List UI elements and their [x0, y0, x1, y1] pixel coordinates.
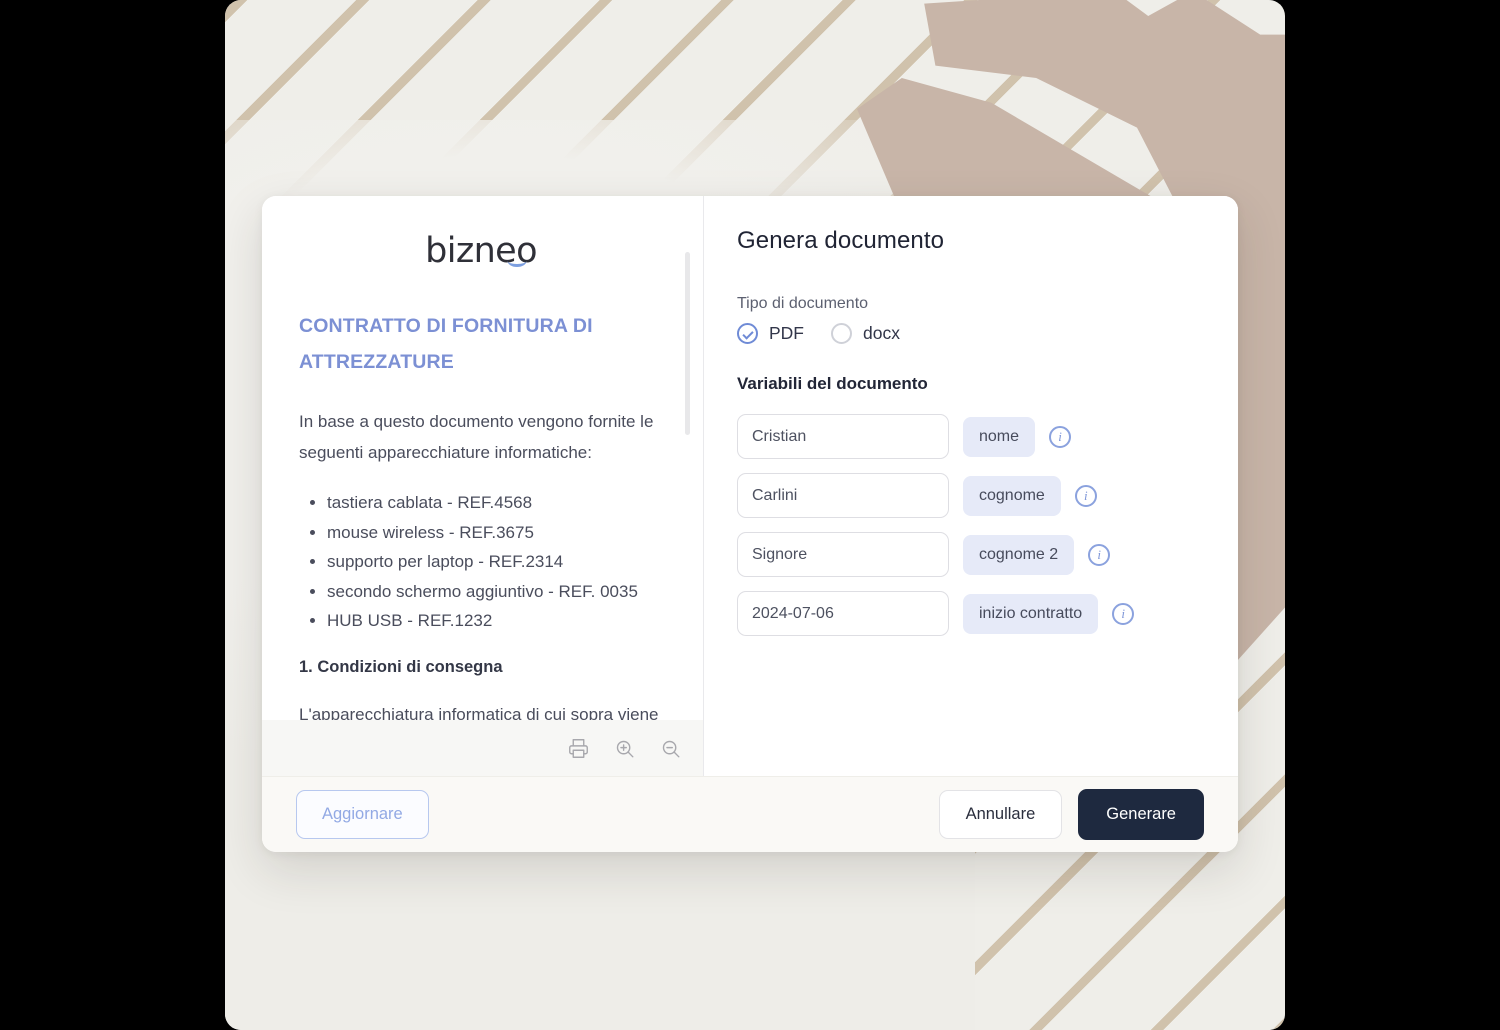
cancel-button[interactable]: Annullare	[938, 790, 1063, 839]
list-item: tastiera cablata - REF.4568	[327, 488, 663, 518]
info-icon[interactable]: i	[1112, 602, 1135, 625]
preview-toolbar	[262, 720, 703, 776]
zoom-out-icon[interactable]	[657, 735, 683, 761]
dialog-body: bizneo CONTRATTO DI FORNITURA DI ATTREZZ…	[262, 196, 1238, 776]
variable-input-inizio-contratto[interactable]	[737, 591, 949, 636]
variable-chip-cognome-2: cognome 2	[963, 534, 1075, 575]
update-button[interactable]: Aggiornare	[296, 790, 429, 839]
generate-document-form: Genera documento Tipo di documento PDF d…	[704, 196, 1238, 776]
variable-chip-nome: nome	[963, 416, 1036, 457]
list-item: supporto per laptop - REF.2314	[327, 547, 663, 577]
document-section-paragraph: L'apparecchiatura informatica di cui sop…	[299, 704, 659, 721]
radio-option-docx[interactable]: docx	[831, 323, 900, 344]
variable-row: inizio contratto i	[737, 591, 1198, 636]
document-type-label: Tipo di documento	[737, 295, 869, 312]
variable-input-nome[interactable]	[737, 414, 949, 459]
variable-row: cognome i	[737, 473, 1198, 518]
variable-input-cognome-2[interactable]	[737, 532, 949, 577]
variable-row: nome i	[737, 414, 1198, 459]
document-preview-pane: bizneo CONTRATTO DI FORNITURA DI ATTREZZ…	[262, 196, 704, 776]
zoom-in-icon[interactable]	[611, 735, 637, 761]
document-intro-paragraph: In base a questo documento vengono forni…	[299, 412, 654, 462]
form-title: Genera documento	[737, 227, 945, 254]
info-icon[interactable]: i	[1049, 425, 1072, 448]
radio-option-pdf[interactable]: PDF	[737, 323, 804, 344]
radio-label-docx: docx	[863, 323, 900, 343]
radio-unchecked-icon	[831, 323, 852, 344]
bizneo-smile-icon	[507, 255, 527, 267]
document-title: CONTRATTO DI FORNITURA DI ATTREZZATURE	[299, 315, 593, 373]
variable-chip-cognome: cognome	[963, 475, 1061, 516]
list-item: secondo schermo aggiuntivo - REF. 0035	[327, 577, 663, 607]
radio-label-pdf: PDF	[769, 323, 804, 343]
list-item: HUB USB - REF.1232	[327, 606, 663, 636]
variable-chip-inizio-contratto: inizio contratto	[963, 593, 1099, 634]
print-icon[interactable]	[565, 735, 591, 761]
document-section-heading: 1. Condizioni di consegna	[299, 657, 503, 676]
list-item: mouse wireless - REF.3675	[327, 518, 663, 548]
preview-scrollbar-thumb[interactable]	[685, 252, 690, 435]
equipment-list: tastiera cablata - REF.4568 mouse wirele…	[299, 488, 663, 636]
bizneo-logo: bizneo	[299, 230, 663, 272]
generate-document-dialog: bizneo CONTRATTO DI FORNITURA DI ATTREZZ…	[262, 196, 1238, 852]
preview-scrollbar[interactable]	[685, 252, 690, 720]
info-icon[interactable]: i	[1088, 543, 1111, 566]
generate-button[interactable]: Generare	[1078, 789, 1204, 840]
variable-input-cognome[interactable]	[737, 473, 949, 518]
dialog-footer: Aggiornare Annullare Generare	[262, 776, 1238, 852]
document-type-radio-group: PDF docx	[737, 323, 1198, 344]
document-preview-scroll-area[interactable]: bizneo CONTRATTO DI FORNITURA DI ATTREZZ…	[262, 196, 703, 720]
variable-row: cognome 2 i	[737, 532, 1198, 577]
info-icon[interactable]: i	[1074, 484, 1097, 507]
radio-checked-icon	[737, 323, 758, 344]
screen: bizneo CONTRATTO DI FORNITURA DI ATTREZZ…	[0, 0, 1500, 1030]
variables-heading: Variabili del documento	[737, 374, 928, 393]
